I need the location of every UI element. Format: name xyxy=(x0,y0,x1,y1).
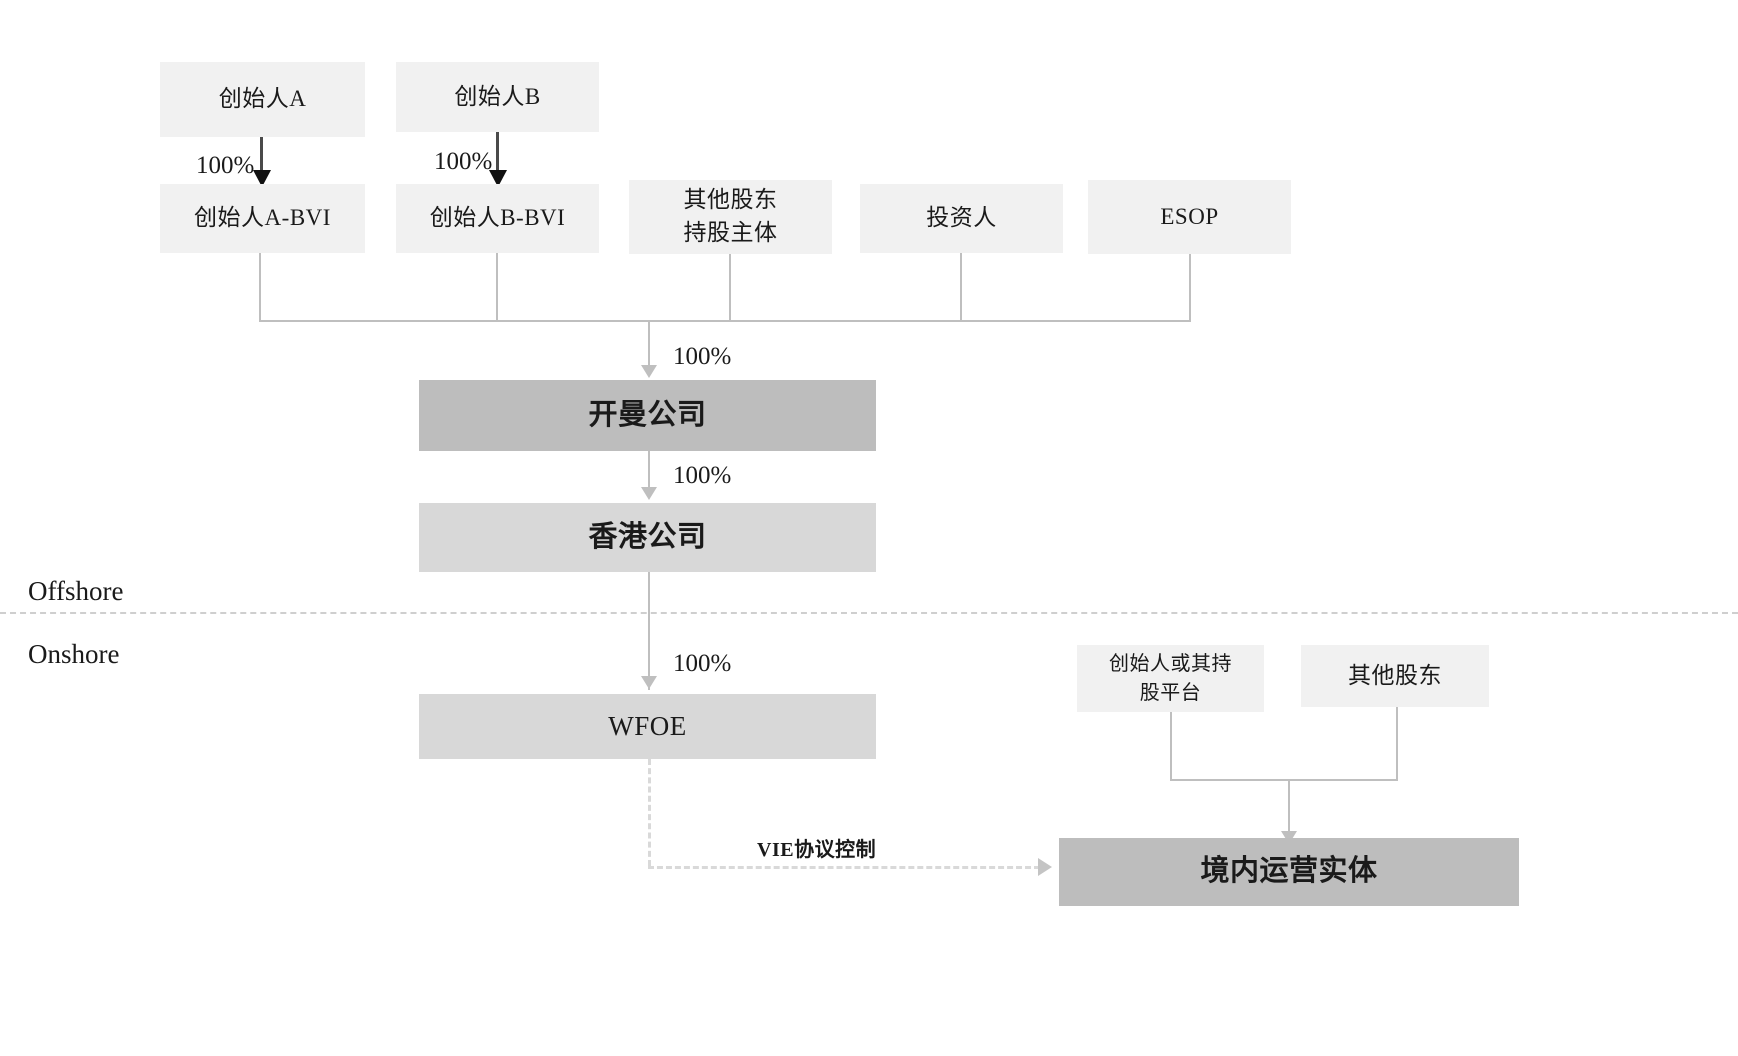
node-other-shareholders-label: 其他股东 xyxy=(1348,662,1442,688)
drop-from-other-shareholders-vehicle xyxy=(729,254,731,321)
node-founder-a-label: 创始人A xyxy=(218,86,307,112)
node-founder-or-platform: 创始人或其持 股平台 xyxy=(1077,645,1264,712)
node-other-shareholders-vehicle: 其他股东 持股主体 xyxy=(629,180,832,254)
node-founder-b-bvi: 创始人B-BVI xyxy=(396,184,599,253)
drop-from-founder-or-platform xyxy=(1170,712,1172,780)
node-founder-b-label: 创始人B xyxy=(454,83,541,109)
node-other-shareholders-vehicle-label: 其他股东 持股主体 xyxy=(683,187,778,245)
edge-label-shareholders-to-cayman-pct: 100% xyxy=(673,343,732,370)
arrowhead-shareholders-to-cayman xyxy=(641,365,657,378)
node-founder-b: 创始人B xyxy=(396,62,599,132)
drop-from-founder-a-bvi xyxy=(259,253,261,321)
node-cayman-company-label: 开曼公司 xyxy=(588,398,707,431)
edge-label-cayman-to-hk-pct: 100% xyxy=(673,462,732,489)
node-esop-label: ESOP xyxy=(1160,203,1219,229)
node-wfoe-label: WFOE xyxy=(608,711,687,742)
edge-label-hk-to-wfoe-pct: 100% xyxy=(673,650,732,677)
node-founder-or-platform-label: 创始人或其持 股平台 xyxy=(1109,653,1232,704)
arrowhead-vie-control xyxy=(1038,858,1052,876)
node-founder-b-bvi-label: 创始人B-BVI xyxy=(429,205,566,231)
drop-from-investor xyxy=(960,253,962,321)
node-domestic-operating-entity-label: 境内运营实体 xyxy=(1200,855,1378,888)
connector-hk-to-wfoe xyxy=(648,572,650,690)
connector-founder-b-to-bvi xyxy=(496,132,499,175)
node-domestic-operating-entity: 境内运营实体 xyxy=(1059,838,1519,906)
zone-label-offshore: Offshore xyxy=(28,576,124,606)
drop-from-founder-b-bvi xyxy=(496,253,498,321)
vie-control-vertical-dashed xyxy=(648,759,651,866)
node-cayman-company: 开曼公司 xyxy=(419,380,876,451)
merge-bus-offshore-shareholders xyxy=(259,320,1191,322)
node-hongkong-company: 香港公司 xyxy=(419,503,876,572)
edge-label-founder-b-pct: 100% xyxy=(434,148,493,175)
arrowhead-cayman-to-hk xyxy=(641,487,657,500)
connector-domestic-shareholders-to-opco xyxy=(1288,779,1290,835)
connector-shareholders-to-cayman xyxy=(648,320,650,368)
node-founder-a-bvi: 创始人A-BVI xyxy=(160,184,365,253)
vie-structure-diagram: 创始人A 创始人B 100% 100% 创始人A-BVI 创始人B-BVI 其他… xyxy=(0,0,1738,1056)
connector-cayman-to-hk xyxy=(648,451,650,491)
vie-control-horizontal-dashed xyxy=(648,866,1040,869)
drop-from-other-shareholders xyxy=(1396,707,1398,780)
node-investor: 投资人 xyxy=(860,184,1063,253)
node-investor-label: 投资人 xyxy=(926,205,997,231)
drop-from-esop xyxy=(1189,254,1191,321)
node-hongkong-company-label: 香港公司 xyxy=(588,520,707,553)
edge-label-founder-a-pct: 100% xyxy=(196,152,255,179)
node-founder-a: 创始人A xyxy=(160,62,365,137)
edge-label-vie-control: VIE协议控制 xyxy=(757,839,877,861)
merge-bus-domestic-shareholders xyxy=(1170,779,1398,781)
arrowhead-hk-to-wfoe xyxy=(641,676,657,689)
node-esop: ESOP xyxy=(1088,180,1291,254)
node-founder-a-bvi-label: 创始人A-BVI xyxy=(194,205,331,231)
node-wfoe: WFOE xyxy=(419,694,876,759)
zone-label-onshore: Onshore xyxy=(28,639,120,669)
node-other-shareholders: 其他股东 xyxy=(1301,645,1489,707)
offshore-onshore-divider xyxy=(0,612,1738,614)
